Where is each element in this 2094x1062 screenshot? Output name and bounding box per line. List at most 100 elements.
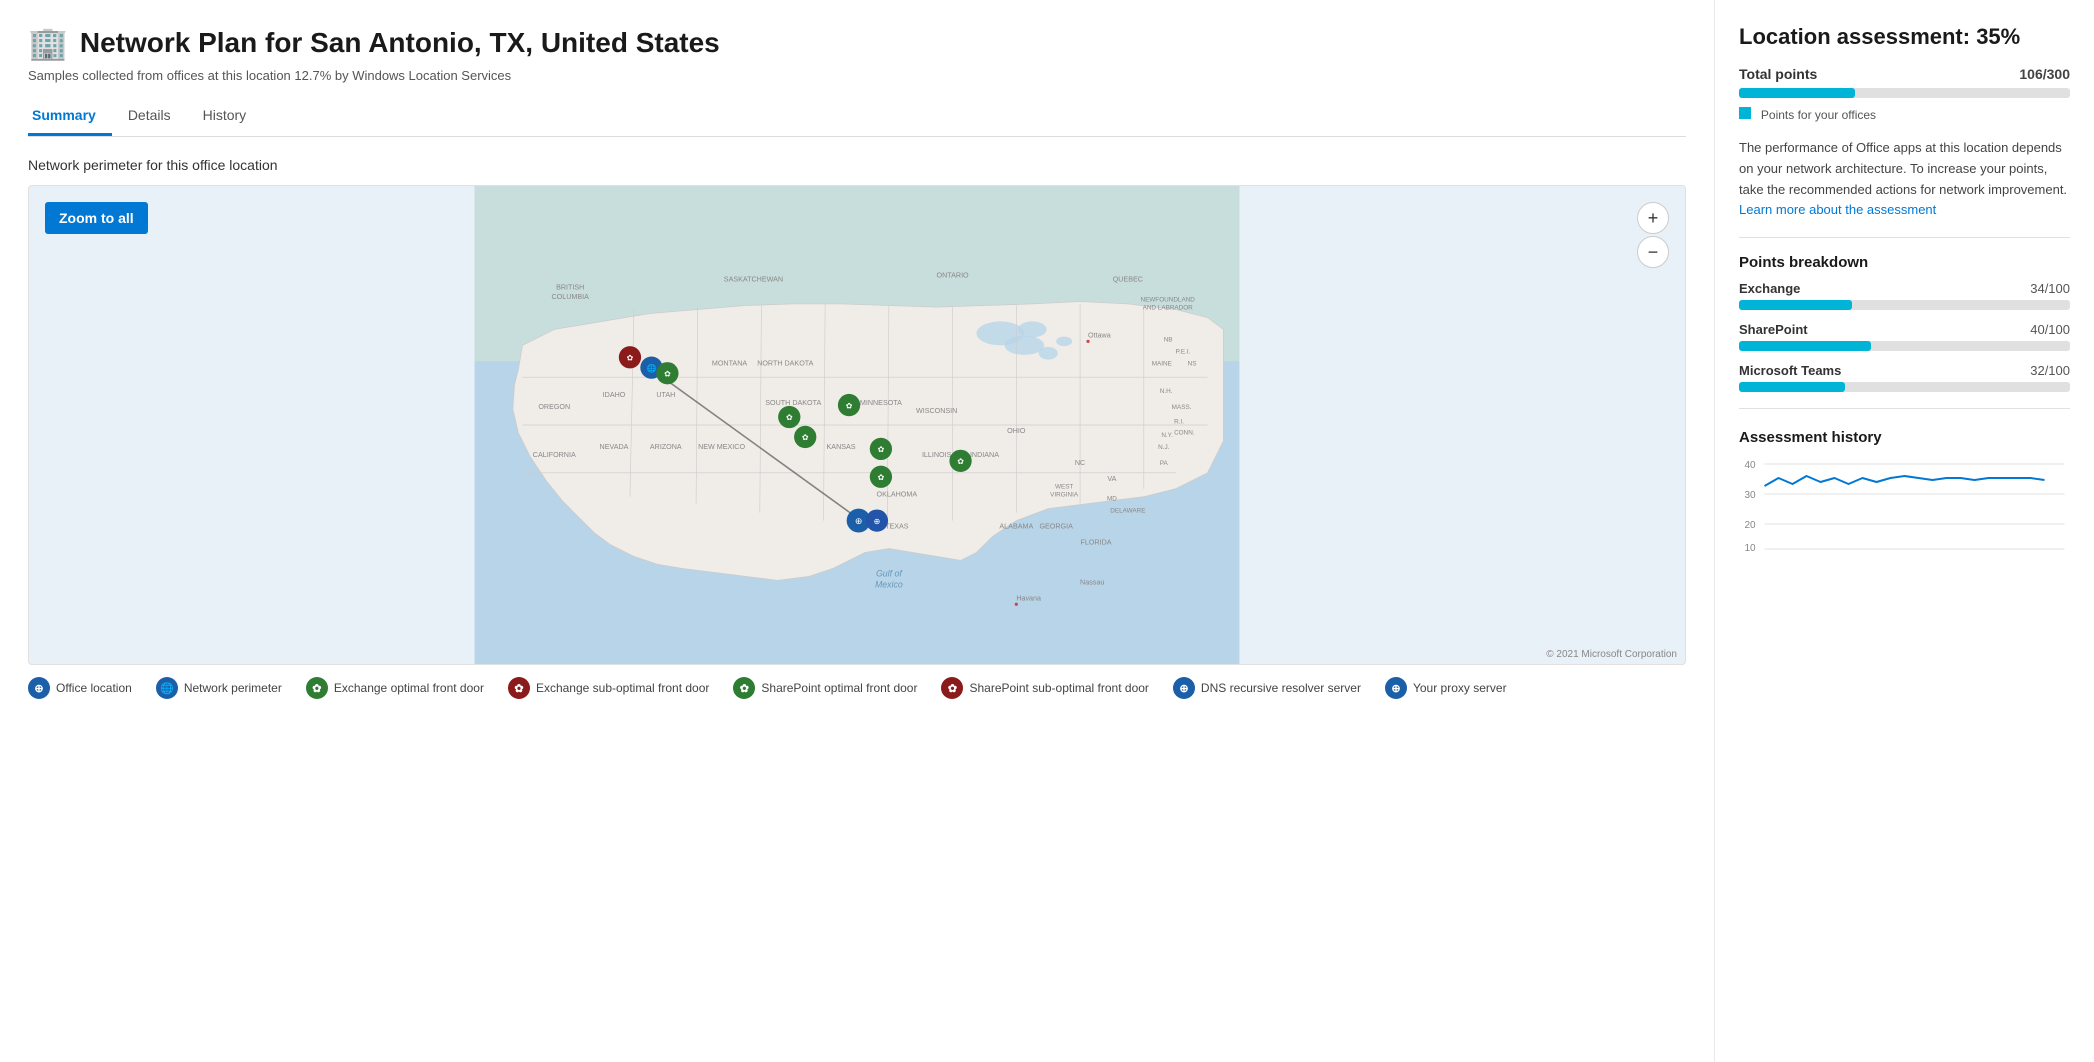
svg-text:Nassau: Nassau: [1080, 578, 1104, 586]
svg-text:DELAWARE: DELAWARE: [1110, 508, 1145, 515]
svg-text:✿: ✿: [878, 473, 885, 482]
svg-text:✿: ✿: [627, 353, 634, 362]
exchange-bar-fill: [1739, 300, 1852, 310]
legend-proxy-icon: ⊕: [1385, 677, 1407, 699]
svg-text:Gulf of: Gulf of: [876, 568, 903, 578]
svg-text:VA: VA: [1107, 475, 1116, 483]
teams-label: Microsoft Teams: [1739, 363, 1841, 378]
svg-text:FLORIDA: FLORIDA: [1080, 539, 1111, 547]
teams-label-row: Microsoft Teams 32/100: [1739, 363, 2070, 378]
svg-text:✿: ✿: [664, 369, 671, 378]
teams-bar-bg: [1739, 382, 2070, 392]
legend-network-perimeter: 🌐 Network perimeter: [156, 677, 282, 699]
tab-history[interactable]: History: [199, 99, 263, 136]
assessment-description: The performance of Office apps at this l…: [1739, 138, 2070, 221]
svg-text:20: 20: [1745, 520, 1757, 531]
svg-text:OKLAHOMA: OKLAHOMA: [877, 491, 918, 499]
divider-2: [1739, 408, 2070, 409]
svg-text:40: 40: [1745, 460, 1757, 471]
legend-exchange-sub-label: Exchange sub-optimal front door: [536, 681, 709, 695]
map-legend: ⊕ Office location 🌐 Network perimeter ✿ …: [28, 677, 1686, 699]
svg-text:CALIFORNIA: CALIFORNIA: [533, 451, 576, 459]
svg-text:MINNESOTA: MINNESOTA: [860, 399, 902, 407]
sharepoint-bar-fill: [1739, 341, 1871, 351]
svg-text:30: 30: [1745, 490, 1757, 501]
legend-exchange-opt-icon: ✿: [306, 677, 328, 699]
total-points-value: 106/300: [2019, 66, 2070, 82]
total-points-bar-bg: [1739, 88, 2070, 98]
tab-summary[interactable]: Summary: [28, 99, 112, 136]
svg-text:10: 10: [1745, 543, 1757, 554]
legend-exchange-optimal: ✿ Exchange optimal front door: [306, 677, 484, 699]
legend-dns-label: DNS recursive resolver server: [1201, 681, 1361, 695]
svg-text:GEORGIA: GEORGIA: [1039, 523, 1073, 531]
legend-color-label: Points for your offices: [1761, 108, 1876, 122]
svg-text:NB: NB: [1164, 336, 1173, 343]
legend-sp-opt-icon: ✿: [733, 677, 755, 699]
svg-text:✿: ✿: [957, 457, 964, 466]
learn-more-link[interactable]: Learn more about the assessment: [1739, 202, 1936, 217]
svg-text:OREGON: OREGON: [538, 403, 570, 411]
svg-text:ONTARIO: ONTARIO: [937, 272, 970, 280]
svg-text:ALABAMA: ALABAMA: [999, 523, 1033, 531]
map-section-label: Network perimeter for this office locati…: [28, 157, 1686, 173]
legend-sharepoint-suboptimal: ✿ SharePoint sub-optimal front door: [941, 677, 1148, 699]
legend-sharepoint-optimal: ✿ SharePoint optimal front door: [733, 677, 917, 699]
page-subtitle: Samples collected from offices at this l…: [28, 68, 1686, 83]
right-panel: Location assessment: 35% Total points 10…: [1714, 0, 2094, 1062]
svg-text:AND LABRADOR: AND LABRADOR: [1143, 304, 1194, 311]
teams-bar-fill: [1739, 382, 1845, 392]
zoom-in-button[interactable]: +: [1637, 202, 1669, 234]
svg-text:CONN.: CONN.: [1174, 430, 1195, 437]
tab-details[interactable]: Details: [124, 99, 187, 136]
legend-sp-sub-icon: ✿: [941, 677, 963, 699]
assessment-title: Location assessment: 35%: [1739, 24, 2070, 50]
svg-text:SASKATCHEWAN: SASKATCHEWAN: [724, 276, 783, 284]
svg-text:✿: ✿: [878, 445, 885, 454]
svg-text:COLUMBIA: COLUMBIA: [552, 293, 590, 301]
svg-text:UTAH: UTAH: [656, 391, 675, 399]
legend-proxy: ⊕ Your proxy server: [1385, 677, 1507, 699]
tabs-container: Summary Details History: [28, 99, 1686, 137]
legend-dns-icon: ⊕: [1173, 677, 1195, 699]
svg-text:TEXAS: TEXAS: [885, 523, 909, 531]
svg-text:P.E.I.: P.E.I.: [1176, 348, 1191, 355]
legend-office-icon: ⊕: [28, 677, 50, 699]
zoom-out-button[interactable]: −: [1637, 236, 1669, 268]
svg-text:✿: ✿: [846, 401, 853, 410]
svg-text:NEW MEXICO: NEW MEXICO: [698, 443, 745, 451]
legend-sp-sub-label: SharePoint sub-optimal front door: [969, 681, 1148, 695]
exchange-bar-bg: [1739, 300, 2070, 310]
total-points-label: Total points: [1739, 66, 1817, 82]
svg-text:N.Y.: N.Y.: [1161, 432, 1173, 439]
svg-text:⊕: ⊕: [855, 516, 862, 526]
svg-text:✿: ✿: [786, 413, 793, 422]
history-title: Assessment history: [1739, 429, 2070, 446]
legend-network-icon: 🌐: [156, 677, 178, 699]
map-container: Gulf of Mexico OREGON: [28, 185, 1686, 665]
svg-text:Mexico: Mexico: [875, 580, 903, 590]
teams-score: 32/100: [2030, 363, 2070, 378]
legend-office-location: ⊕ Office location: [28, 677, 132, 699]
sharepoint-bar-bg: [1739, 341, 2070, 351]
legend-exchange-sub-icon: ✿: [508, 677, 530, 699]
zoom-to-all-button[interactable]: Zoom to all: [45, 202, 148, 234]
svg-text:ILLINOIS: ILLINOIS: [922, 451, 952, 459]
map-copyright: © 2021 Microsoft Corporation: [1546, 649, 1677, 660]
legend-sp-opt-label: SharePoint optimal front door: [761, 681, 917, 695]
exchange-label-row: Exchange 34/100: [1739, 281, 2070, 296]
svg-text:NEWFOUNDLAND: NEWFOUNDLAND: [1140, 297, 1195, 304]
svg-text:R.I.: R.I.: [1174, 418, 1184, 425]
svg-text:MONTANA: MONTANA: [712, 359, 747, 367]
legend-office-label: Office location: [56, 681, 132, 695]
exchange-label: Exchange: [1739, 281, 1800, 296]
svg-text:MAINE: MAINE: [1152, 360, 1172, 367]
sharepoint-label: SharePoint: [1739, 322, 1808, 337]
svg-text:Havana: Havana: [1016, 594, 1041, 602]
legend-color-box: [1739, 107, 1751, 119]
svg-text:NORTH DAKOTA: NORTH DAKOTA: [757, 359, 813, 367]
svg-text:SOUTH DAKOTA: SOUTH DAKOTA: [765, 399, 821, 407]
divider-1: [1739, 237, 2070, 238]
sharepoint-label-row: SharePoint 40/100: [1739, 322, 2070, 337]
svg-text:OHIO: OHIO: [1007, 427, 1026, 435]
